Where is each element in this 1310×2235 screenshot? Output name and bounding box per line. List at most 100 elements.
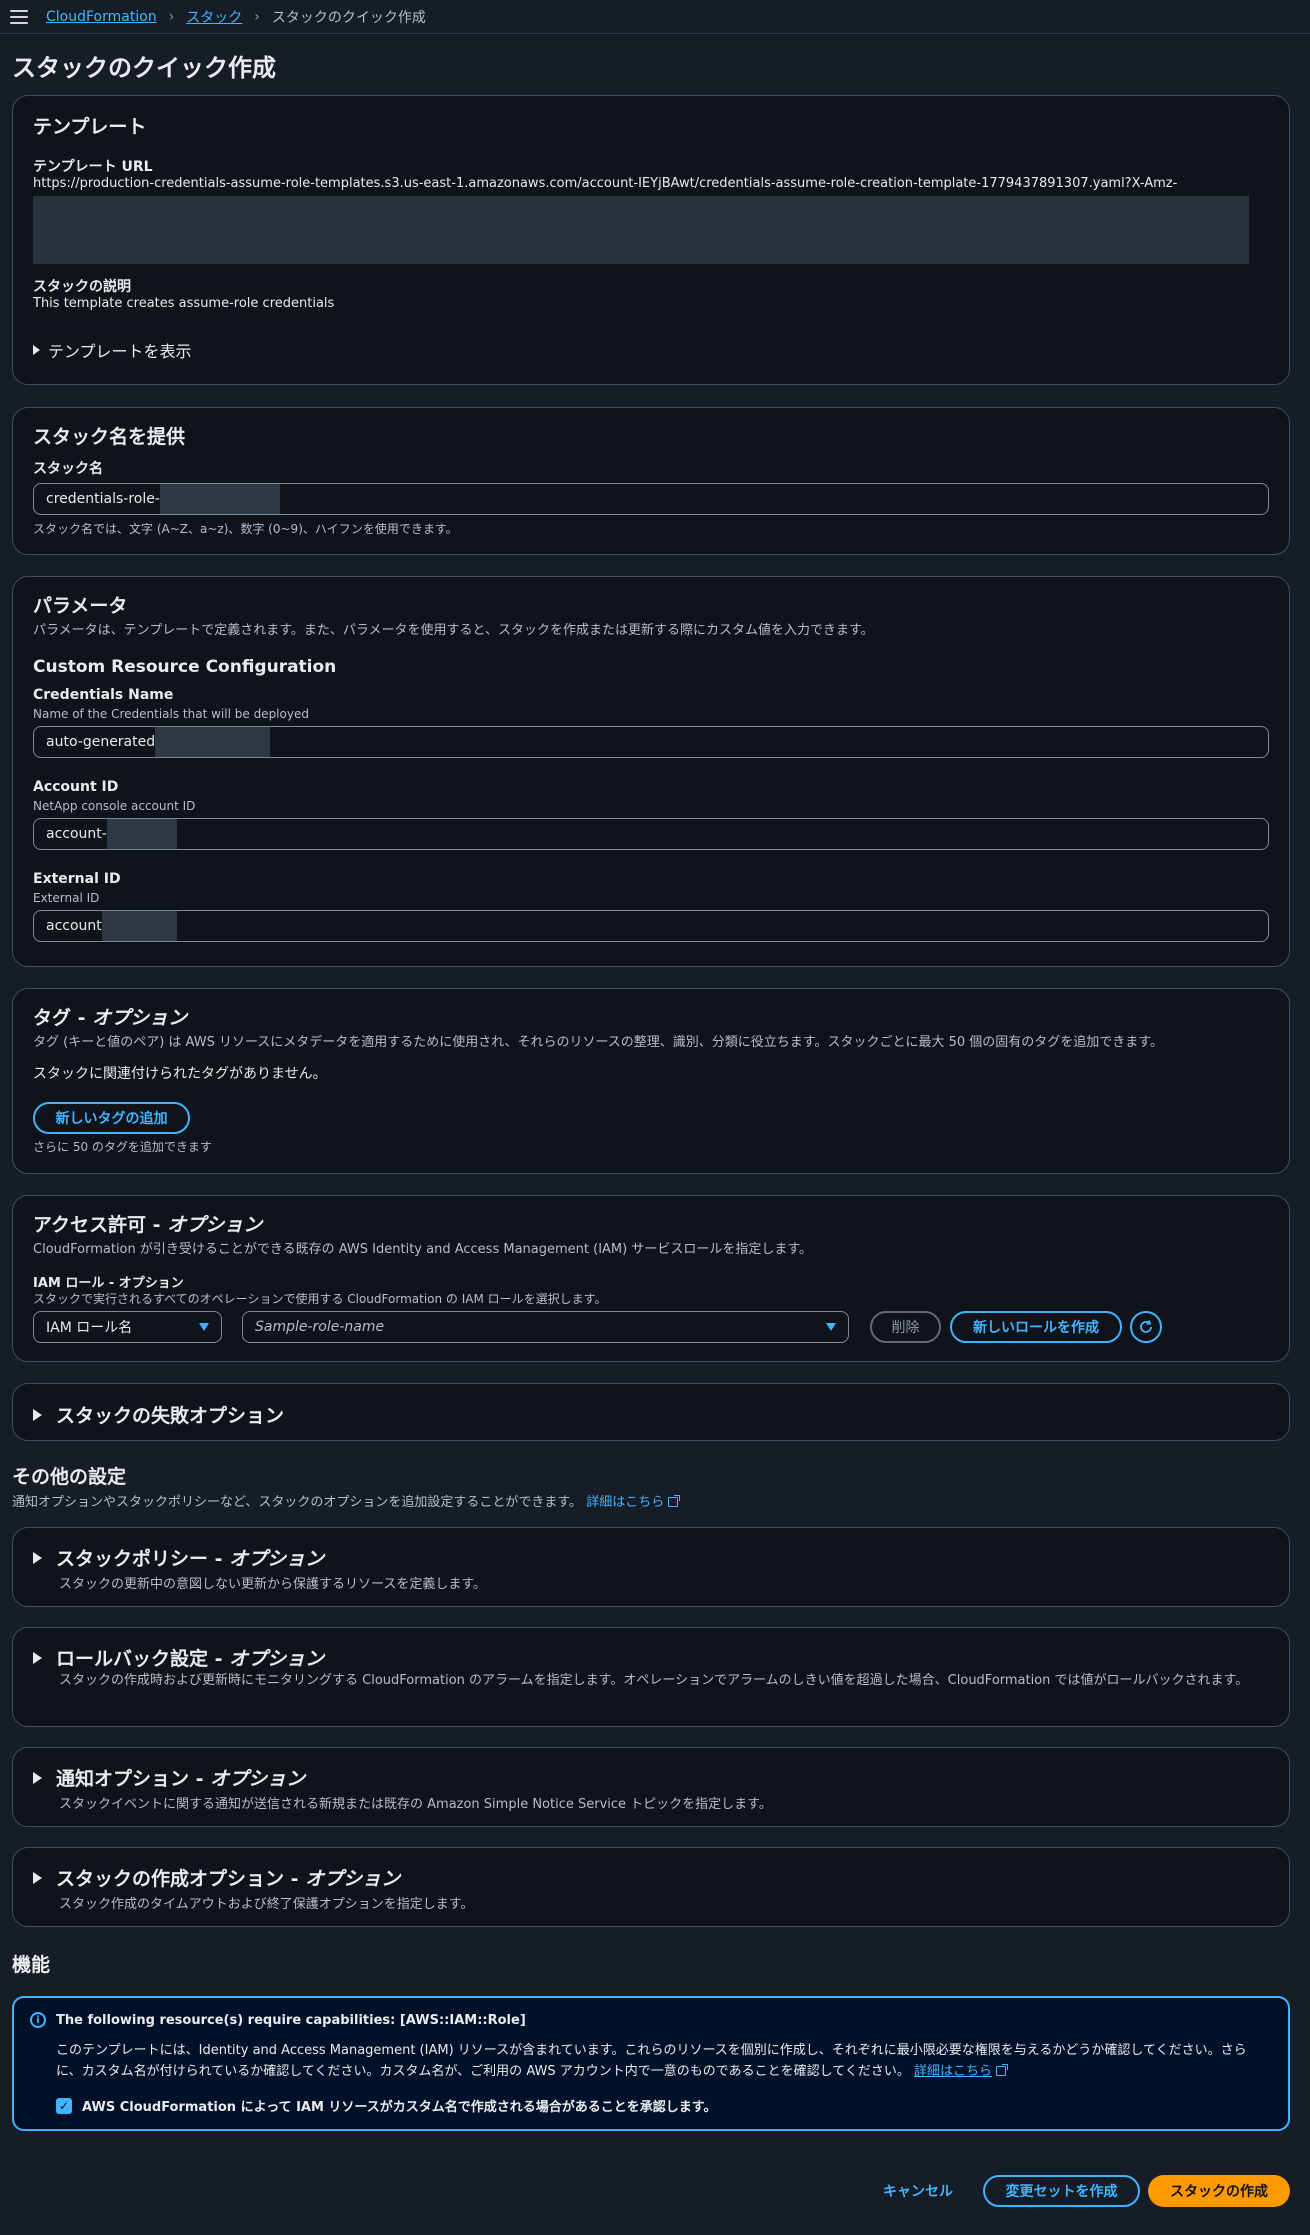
iam-type-select[interactable]: IAM ロール名 [33, 1311, 222, 1343]
alert-body-text: このテンプレートには、Identity and Access Managemen… [56, 2043, 1247, 2079]
permissions-heading-text: アクセス許可 [33, 1214, 147, 1236]
chevron-right-icon: › [168, 8, 175, 25]
parameters-panel: パラメータ パラメータは、テンプレートで定義されます。また、パラメータを使用する… [12, 576, 1290, 967]
notification-toggle[interactable]: 通知オプション - オプション [33, 1764, 305, 1791]
redacted-block [106, 819, 177, 849]
acknowledge-label: AWS CloudFormation によって IAM リソースがカスタム名で作… [82, 2100, 717, 2115]
acknowledge-checkbox[interactable]: ✓ [56, 2097, 72, 2114]
create-role-button[interactable]: 新しいロールを作成 [950, 1311, 1122, 1343]
stack-name-panel: スタック名を提供 スタック名 credentials-role- スタック名では… [12, 407, 1290, 555]
caret-right-icon [33, 345, 40, 355]
stack-name-input[interactable]: credentials-role- [33, 483, 1269, 515]
chevron-down-icon [199, 1323, 209, 1331]
redacted-url-block [33, 196, 1249, 264]
alert-learn-more-link[interactable]: 詳細はこちら [914, 2064, 1008, 2079]
external-id-hint: External ID [33, 891, 100, 905]
tags-heading: タグ - オプション [33, 1007, 188, 1029]
rollback-description: スタックの作成時および更新時にモニタリングする CloudFormation の… [59, 1673, 1249, 1688]
top-navigation: CloudFormation › スタック › スタックのクイック作成 [0, 0, 1310, 34]
chevron-right-icon: › [254, 8, 260, 25]
creation-options-heading: スタックの作成オプション - オプション [56, 1868, 401, 1890]
alert-header: i The following resource(s) require capa… [30, 2012, 526, 2028]
account-id-hint: NetApp console account ID [33, 799, 196, 813]
capabilities-heading: 機能 [12, 1954, 51, 1976]
tags-description: タグ (キーと値のペア) は AWS リソースにメタデータを適用するために使用さ… [33, 1035, 1163, 1050]
account-id-input[interactable]: account- [33, 818, 1269, 850]
learn-more-text: 詳細はこちら [586, 1495, 665, 1510]
stack-name-heading: スタック名を提供 [33, 426, 186, 448]
tags-empty-message: スタックに関連付けられたタグがありません。 [33, 1066, 327, 1082]
failure-options-panel[interactable]: スタックの失敗オプション [12, 1383, 1290, 1441]
acknowledge-row[interactable]: ✓ AWS CloudFormation によって IAM リソースがカスタム名… [56, 2096, 717, 2115]
breadcrumb: CloudFormation › スタック › スタックのクイック作成 [46, 7, 426, 27]
redacted-block [101, 911, 177, 941]
tags-heading-text: タグ [33, 1007, 72, 1029]
breadcrumb-cloudformation[interactable]: CloudFormation [46, 9, 157, 25]
stack-description-label: スタックの説明 [33, 279, 131, 295]
creation-options-suffix: オプション [305, 1868, 401, 1890]
rollback-panel[interactable]: ロールバック設定 - オプション スタックの作成時および更新時にモニタリングする… [12, 1627, 1290, 1727]
template-url-value: https://production-credentials-assume-ro… [33, 176, 1178, 191]
cancel-button[interactable]: キャンセル [868, 2175, 968, 2207]
notification-panel[interactable]: 通知オプション - オプション スタックイベントに関する通知が送信される新規また… [12, 1747, 1290, 1827]
external-link-icon [668, 1495, 681, 1507]
permissions-heading: アクセス許可 - オプション [33, 1214, 263, 1236]
menu-icon[interactable] [10, 9, 28, 24]
other-settings-desc-text: 通知オプションやスタックポリシーなど、スタックのオプションを追加設定することがで… [12, 1495, 583, 1510]
permissions-description: CloudFormation が引き受けることができる既存の AWS Ident… [33, 1242, 813, 1257]
creation-options-panel[interactable]: スタックの作成オプション - オプション スタック作成のタイムアウトおよび終了保… [12, 1847, 1290, 1927]
chevron-down-icon [826, 1323, 836, 1331]
credentials-name-input[interactable]: auto-generated [33, 726, 1269, 758]
refresh-icon [1140, 1320, 1152, 1333]
create-stack-button[interactable]: スタックの作成 [1148, 2175, 1290, 2207]
failure-options-toggle[interactable]: スタックの失敗オプション [33, 1401, 284, 1428]
notification-heading: 通知オプション - オプション [56, 1768, 306, 1790]
template-panel: テンプレート テンプレート URL https://production-cre… [12, 95, 1290, 385]
delete-role-button[interactable]: 削除 [870, 1311, 941, 1343]
external-id-input[interactable]: account [33, 910, 1269, 942]
external-link-icon [995, 2064, 1008, 2076]
alert-title: The following resource(s) require capabi… [56, 2012, 526, 2028]
redacted-block [159, 484, 280, 514]
caret-right-icon [33, 1651, 42, 1664]
template-url-label: テンプレート URL [33, 159, 153, 175]
page-title: スタックのクイック作成 [12, 54, 276, 82]
breadcrumb-stacks[interactable]: スタック [186, 7, 242, 27]
rollback-title: ロールバック設定 [56, 1648, 209, 1670]
stack-description-value: This template creates assume-role creden… [33, 296, 335, 311]
permissions-panel: アクセス許可 - オプション CloudFormation が引き受けることがで… [12, 1195, 1290, 1362]
tags-panel: タグ - オプション タグ (キーと値のペア) は AWS リソースにメタデータ… [12, 988, 1290, 1174]
parameters-description: パラメータは、テンプレートで定義されます。また、パラメータを使用すると、スタック… [33, 623, 874, 638]
failure-options-heading: スタックの失敗オプション [56, 1405, 285, 1427]
add-tag-button[interactable]: 新しいタグの追加 [33, 1102, 190, 1134]
create-change-set-button[interactable]: 変更セットを作成 [983, 2175, 1140, 2207]
caret-right-icon [33, 1771, 42, 1784]
account-id-value: account- [46, 826, 107, 842]
stack-policy-description: スタックの更新中の意図しない更新から保護するリソースを定義します。 [59, 1577, 487, 1592]
rollback-toggle[interactable]: ロールバック設定 - オプション [33, 1644, 324, 1671]
capabilities-alert: i The following resource(s) require capa… [12, 1996, 1290, 2131]
parameters-heading: パラメータ [33, 595, 128, 617]
credentials-name-hint: Name of the Credentials that will be dep… [33, 707, 309, 721]
stack-policy-toggle[interactable]: スタックポリシー - オプション [33, 1544, 324, 1571]
iam-role-placeholder: Sample-role-name [255, 1319, 385, 1335]
iam-role-select[interactable]: Sample-role-name [242, 1311, 849, 1343]
creation-options-toggle[interactable]: スタックの作成オプション - オプション [33, 1864, 400, 1891]
caret-right-icon [33, 1551, 42, 1564]
rollback-heading: ロールバック設定 - オプション [56, 1648, 325, 1670]
external-id-label: External ID [33, 871, 121, 887]
refresh-button[interactable] [1130, 1311, 1162, 1343]
stack-name-label: スタック名 [33, 461, 103, 477]
stack-policy-panel[interactable]: スタックポリシー - オプション スタックの更新中の意図しない更新から保護するリ… [12, 1527, 1290, 1607]
other-settings-learn-more-link[interactable]: 詳細はこちら [586, 1495, 681, 1510]
credentials-name-label: Credentials Name [33, 687, 174, 703]
caret-right-icon [33, 1408, 42, 1421]
iam-type-value: IAM ロール名 [46, 1320, 133, 1336]
creation-options-description: スタック作成のタイムアウトおよび終了保護オプションを指定します。 [59, 1897, 474, 1912]
caret-right-icon [33, 1871, 42, 1884]
alert-body: このテンプレートには、Identity and Access Managemen… [56, 2040, 1266, 2082]
parameter-group-title: Custom Resource Configuration [33, 657, 337, 677]
stack-name-value: credentials-role- [46, 491, 160, 507]
view-template-toggle[interactable]: テンプレートを表示 [33, 338, 192, 362]
permissions-heading-suffix: オプション [167, 1214, 263, 1236]
